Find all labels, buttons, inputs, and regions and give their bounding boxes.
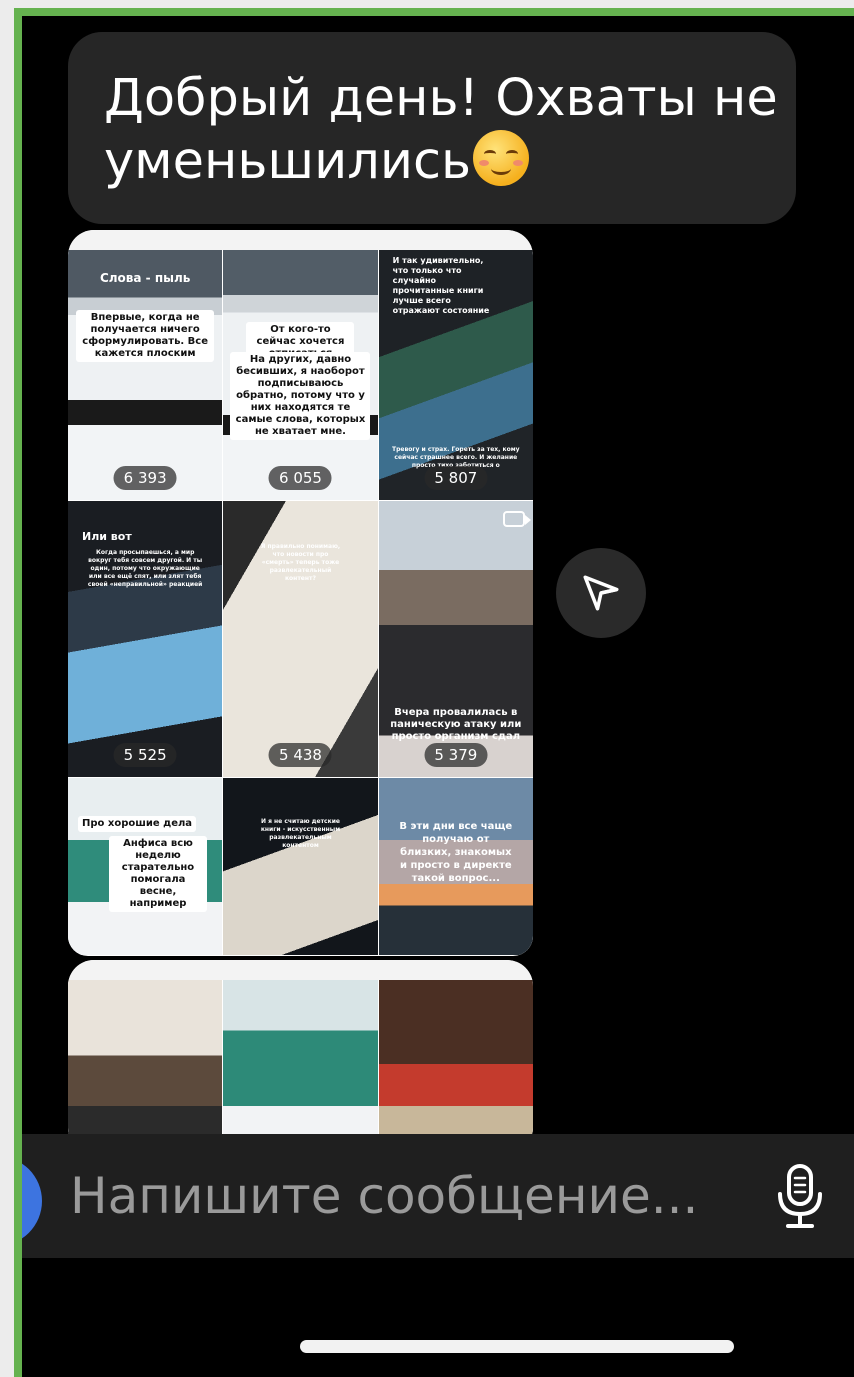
view-count: 5 438: [269, 743, 332, 767]
message-bubble[interactable]: Добрый день! Охваты не уменьшились: [68, 32, 796, 224]
card-header-strip: [68, 230, 533, 250]
smiling-face-emoji-icon: [473, 130, 530, 186]
view-count: 5 525: [113, 743, 177, 767]
story-thumbnail[interactable]: Слова - пыль Впервые, когда не получаетс…: [68, 250, 223, 500]
message-input[interactable]: [70, 1134, 750, 1258]
shared-stories-card[interactable]: [68, 960, 533, 1148]
video-icon: [502, 511, 531, 527]
shared-stories-card[interactable]: Слова - пыль Впервые, когда не получаетс…: [68, 230, 533, 956]
story-thumbnail[interactable]: Или вот Когда просыпаешься, а мир вокруг…: [68, 501, 223, 777]
story-caption: Анфиса всю неделю старательно помогала в…: [109, 836, 207, 912]
story-caption: Или вот: [82, 530, 132, 543]
view-count: 6 393: [113, 466, 177, 490]
story-thumbnail[interactable]: И так удивительно, что только что случай…: [378, 250, 533, 500]
microphone-icon[interactable]: [774, 1162, 826, 1232]
home-indicator[interactable]: [300, 1340, 734, 1353]
story-caption: Слова - пыль: [99, 271, 191, 285]
story-caption: Вчера провалилась в паническую атаку или…: [390, 707, 522, 742]
message-composer: [22, 1134, 854, 1258]
view-count: 5 379: [424, 743, 488, 767]
story-caption: В эти дни все чаще получаю от близких, з…: [399, 821, 513, 884]
story-caption: И я не считаю детские книги - искусствен…: [260, 818, 341, 849]
story-thumbnail[interactable]: В эти дни все чаще получаю от близких, з…: [378, 778, 533, 955]
chat-screen: Добрый день! Охваты не уменьшились Слова…: [22, 16, 854, 1377]
story-caption: И так удивительно, что только что случай…: [392, 256, 490, 315]
story-caption: Когда просыпаешься, а мир вокруг тебя со…: [87, 549, 203, 588]
story-caption: Про хорошие дела: [78, 816, 197, 832]
story-caption: На других, давно бесивших, я наоборот по…: [230, 352, 371, 440]
camera-button[interactable]: [22, 1156, 42, 1246]
story-thumbnail[interactable]: [68, 980, 223, 1148]
story-thumbnail[interactable]: Вчера провалилась в паническую атаку или…: [378, 501, 533, 777]
send-icon: [583, 575, 619, 611]
story-thumbnail[interactable]: Я правильно понимаю, что новости про «см…: [223, 501, 378, 777]
story-caption: Я правильно понимаю, что новости про «см…: [260, 543, 341, 582]
story-thumbnail[interactable]: Про хорошие дела Анфиса всю неделю стара…: [68, 778, 223, 955]
story-thumbnail[interactable]: От кого-то сейчас хочется отписаться На …: [223, 250, 378, 500]
story-thumbnail[interactable]: [223, 980, 378, 1148]
share-button[interactable]: [556, 548, 646, 638]
card-header-strip: [68, 960, 533, 980]
view-count: 6 055: [269, 466, 332, 490]
story-thumbnail[interactable]: [378, 980, 533, 1148]
story-thumbnail[interactable]: И я не считаю детские книги - искусствен…: [223, 778, 378, 955]
message-text: Добрый день! Охваты не уменьшились: [104, 69, 778, 191]
story-caption: Впервые, когда не получается ничего сфор…: [76, 310, 215, 362]
view-count: 5 807: [424, 466, 488, 490]
